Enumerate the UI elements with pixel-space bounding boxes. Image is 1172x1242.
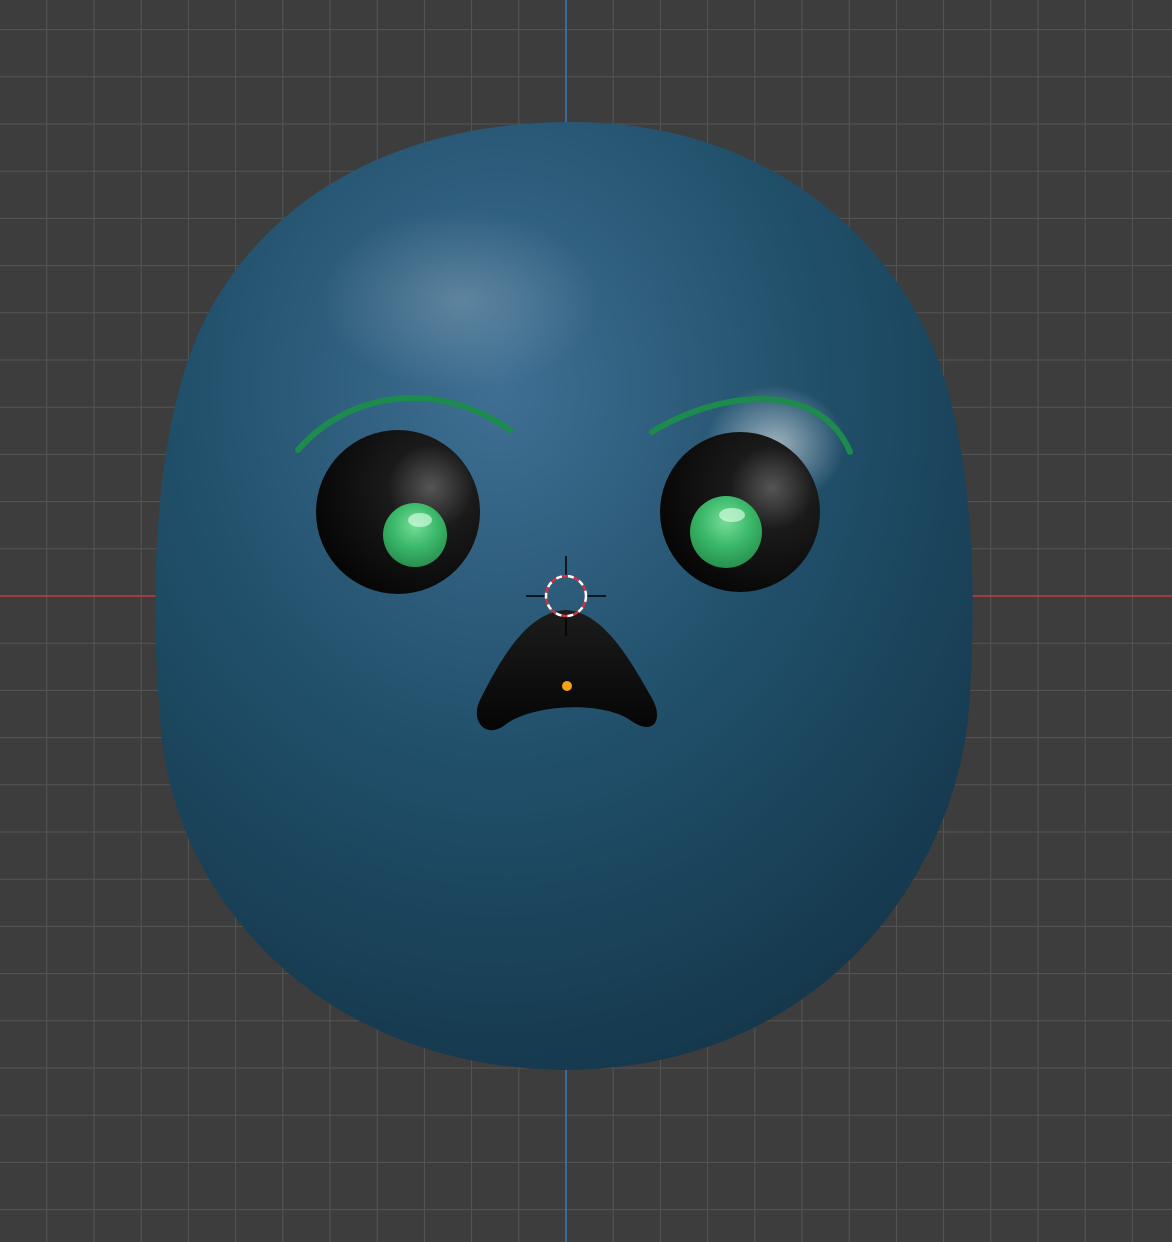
left-iris[interactable] <box>383 503 447 567</box>
head-object[interactable] <box>155 121 973 1070</box>
right-iris-reflection <box>719 508 745 522</box>
3d-viewport[interactable] <box>0 0 1172 1242</box>
right-iris[interactable] <box>690 496 762 568</box>
viewport-canvas[interactable] <box>0 0 1172 1242</box>
head-soft-highlight <box>320 210 600 390</box>
object-origin-icon <box>562 681 572 691</box>
left-iris-reflection <box>408 513 432 527</box>
